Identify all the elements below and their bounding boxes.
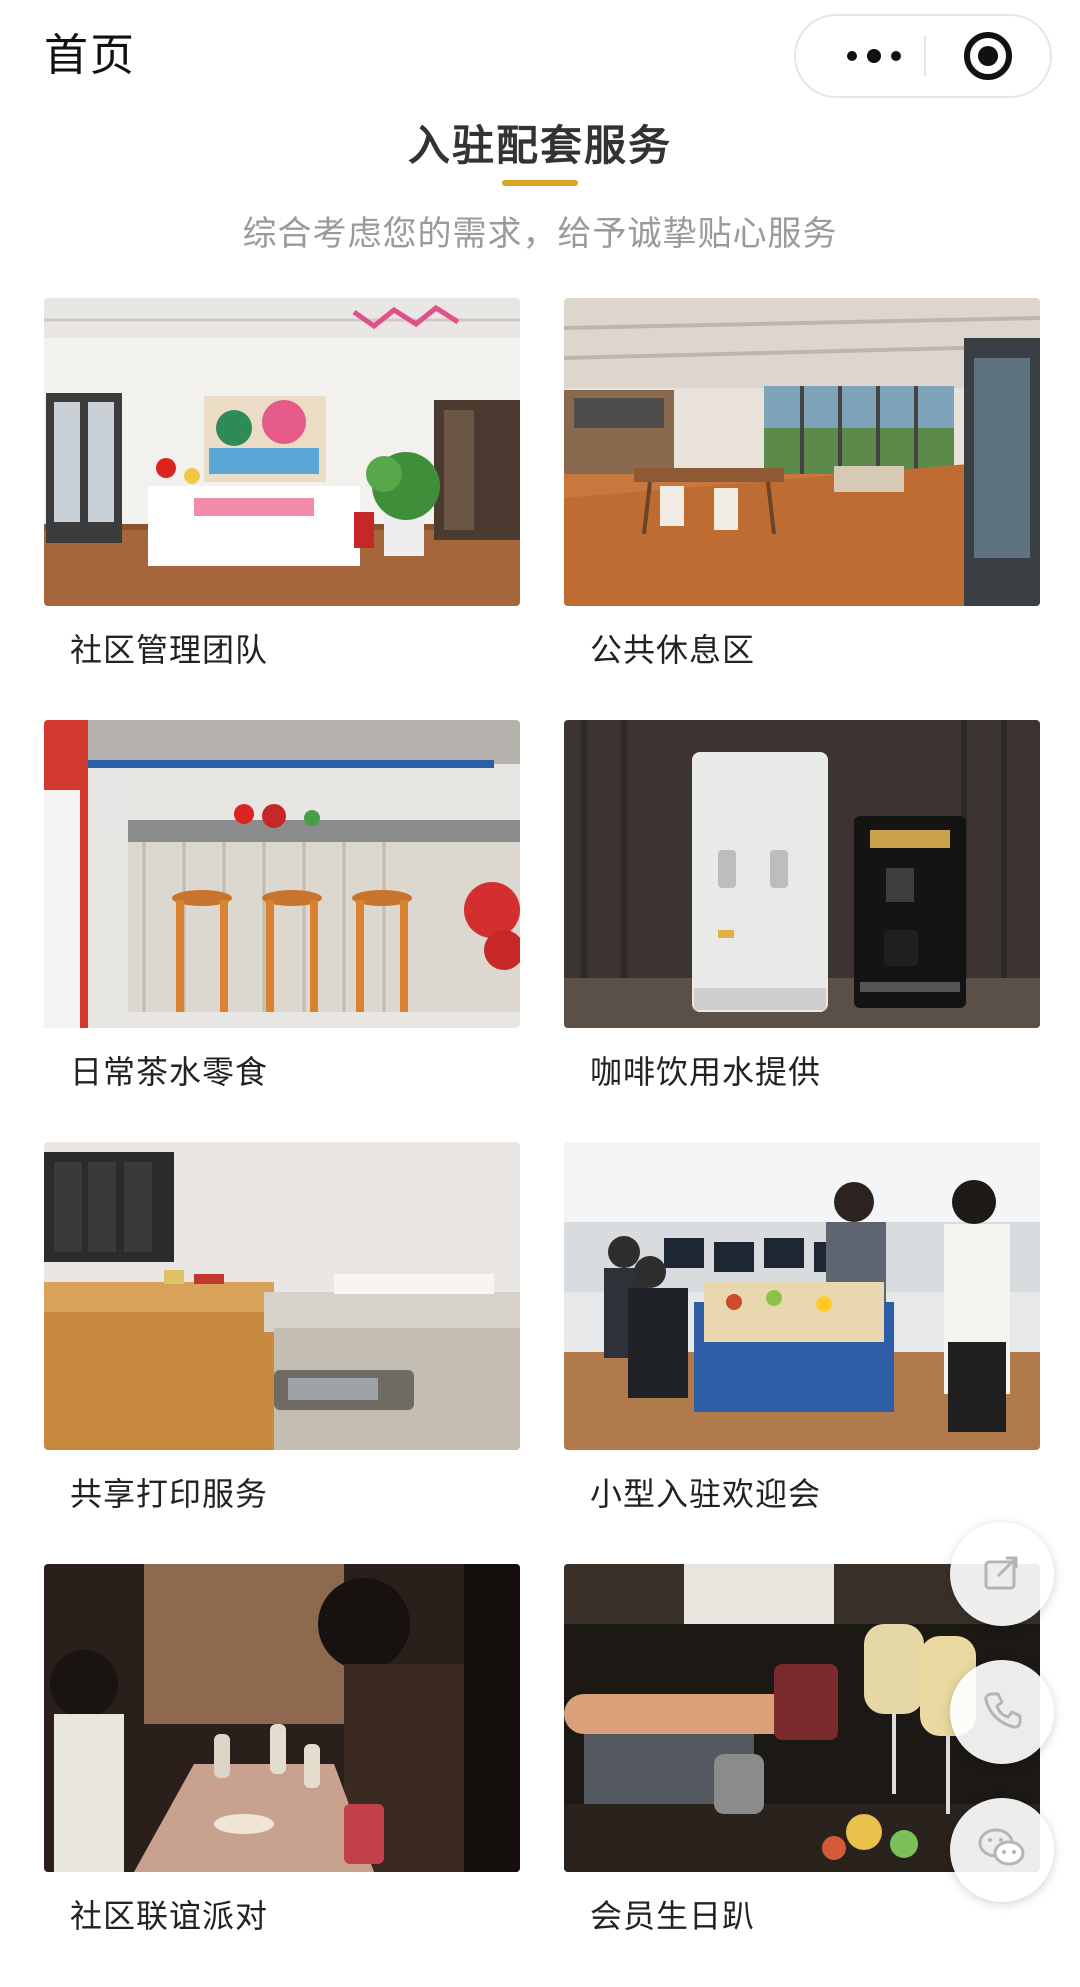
mini-program-capsule — [794, 14, 1052, 98]
service-card-label: 小型入驻欢迎会 — [590, 1475, 822, 1513]
capsule-divider — [924, 36, 926, 76]
printer-photo — [44, 1142, 520, 1450]
service-card-community-party[interactable]: 社区联谊派对 — [44, 1564, 520, 1954]
close-target-icon[interactable] — [964, 32, 1012, 80]
section-title: 入驻配套服务 — [407, 121, 672, 170]
title-underline — [502, 180, 578, 186]
service-card-label: 社区管理团队 — [70, 631, 269, 669]
share-button[interactable] — [950, 1522, 1054, 1626]
service-card-birthday-party[interactable]: 会员生日趴 — [564, 1564, 1040, 1954]
service-card-label: 日常茶水零食 — [70, 1053, 269, 1091]
party-photo — [44, 1564, 520, 1872]
service-card-management-team[interactable]: 社区管理团队 — [44, 298, 520, 688]
service-card-lounge[interactable]: 公共休息区 — [564, 298, 1040, 688]
service-card-coffee-water[interactable]: 咖啡饮用水提供 — [564, 720, 1040, 1110]
lounge-area-photo — [564, 298, 1040, 606]
service-card-label: 会员生日趴 — [590, 1897, 756, 1935]
section-subtitle: 综合考虑您的需求，给予诚挚贴心服务 — [242, 214, 838, 254]
share-icon — [980, 1550, 1024, 1598]
wechat-button[interactable] — [950, 1798, 1054, 1902]
service-card-printing[interactable]: 共享打印服务 — [44, 1142, 520, 1532]
call-button[interactable] — [950, 1660, 1054, 1764]
service-card-tea-snacks[interactable]: 日常茶水零食 — [44, 720, 520, 1110]
phone-icon — [980, 1688, 1024, 1736]
service-card-label: 社区联谊派对 — [70, 1897, 269, 1935]
pantry-bar-photo — [44, 720, 520, 1028]
welcome-event-photo — [564, 1142, 1040, 1450]
wechat-icon — [976, 1825, 1028, 1875]
service-card-welcome-event[interactable]: 小型入驻欢迎会 — [564, 1142, 1040, 1532]
coffee-machine-photo — [564, 720, 1040, 1028]
reception-desk-photo — [44, 298, 520, 606]
service-card-label: 公共休息区 — [590, 631, 756, 669]
service-card-label: 咖啡饮用水提供 — [590, 1053, 822, 1091]
top-nav-bar: 首页 — [0, 0, 1080, 110]
service-card-label: 共享打印服务 — [70, 1475, 269, 1513]
page-title: 首页 — [44, 30, 136, 81]
more-options-icon[interactable] — [830, 16, 918, 96]
